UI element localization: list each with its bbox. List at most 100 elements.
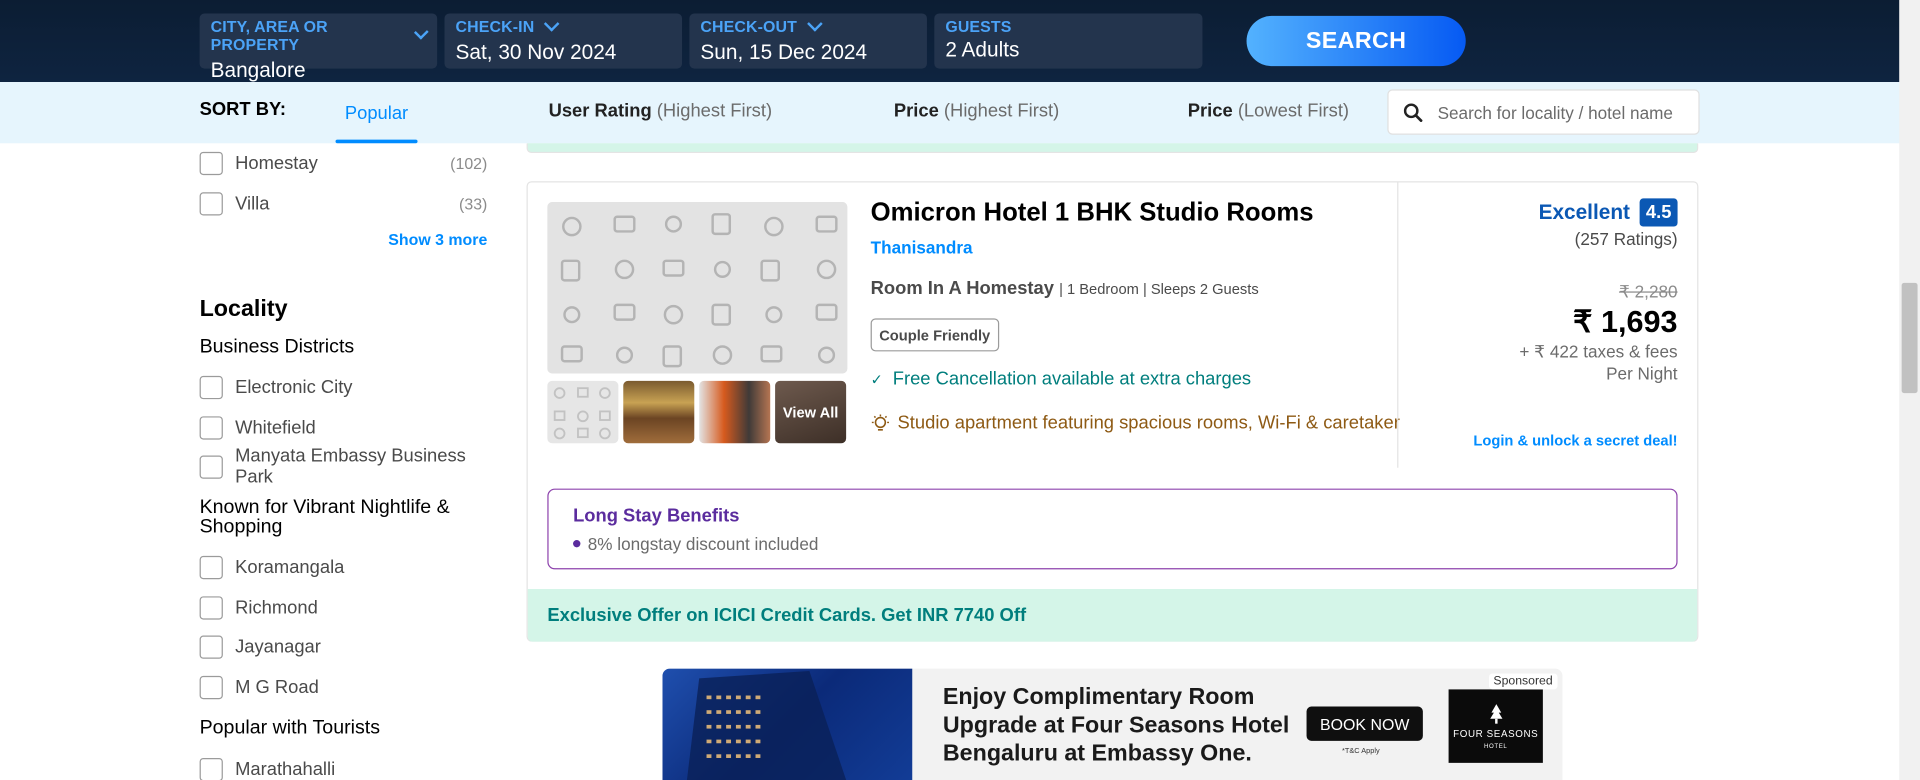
previous-listing-card (526, 143, 1699, 154)
filter-whitefield[interactable]: Whitefield (199, 415, 488, 439)
logo-line-2: HOTEL (1483, 742, 1508, 751)
room-meta: | 1 Bedroom | Sleeps 2 Guests (1059, 280, 1259, 298)
filter-koramangala[interactable]: Koramangala (199, 555, 488, 579)
placeholder-pattern-icon (547, 202, 848, 374)
long-stay-item: 8% longstay discount included (573, 533, 1652, 554)
checkbox[interactable] (199, 415, 223, 439)
original-price: ₹ 2,280 (1618, 281, 1678, 302)
city-label: CITY, AREA OR PROPERTY (210, 17, 328, 54)
chevron-down-icon (544, 15, 560, 32)
search-header: CITY, AREA OR PROPERTY Bangalore CHECK-I… (0, 0, 1920, 83)
sort-option-main: User Rating (548, 100, 652, 122)
checkbox[interactable] (199, 634, 223, 659)
thumbnail-2[interactable] (623, 380, 695, 444)
divider (1397, 182, 1399, 468)
couple-friendly-tag: Couple Friendly (870, 318, 999, 352)
sort-option-popular[interactable]: Popular (335, 82, 418, 144)
rating-word: Excellent (1538, 200, 1630, 224)
rating-count: (257 Ratings) (1574, 228, 1678, 249)
building-illustration-icon (686, 671, 847, 780)
guests-label-row: GUESTS (945, 17, 1191, 35)
checkin-field[interactable]: CHECK-IN Sat, 30 Nov 2024 (444, 13, 683, 69)
ad-terms: *T&C Apply (1342, 748, 1380, 756)
cancellation-info: ✓ Free Cancellation available at extra ch… (871, 369, 1251, 390)
rating-badge: 4.5 (1639, 198, 1678, 227)
long-stay-benefits: Long Stay Benefits 8% longstay discount … (547, 488, 1678, 570)
sort-option-price-high[interactable]: Price (Highest First) (894, 100, 1059, 121)
checkin-label: CHECK-IN (455, 17, 535, 36)
checkbox[interactable] (199, 555, 223, 579)
scrollbar-thumb[interactable] (1901, 282, 1918, 394)
filter-mg-road[interactable]: M G Road (199, 675, 488, 699)
room-type: Room In A Homestay | 1 Bedroom | Sleeps … (871, 278, 1259, 299)
highlight-text: Studio apartment featuring spacious room… (897, 412, 1400, 434)
thumbnail-3[interactable] (699, 380, 771, 444)
book-now-button[interactable]: BOOK NOW (1306, 706, 1423, 741)
guests-field[interactable]: GUESTS 2 Adults (934, 13, 1203, 69)
hotel-listing-card[interactable]: View All Omicron Hotel 1 BHK Studio Room… (526, 181, 1699, 642)
checkin-label-row: CHECK-IN (455, 15, 672, 36)
filter-label: Villa (235, 192, 270, 214)
checkbox[interactable] (199, 454, 223, 479)
view-all-button[interactable]: View All (775, 380, 847, 444)
sort-option-main: Price (1187, 100, 1233, 122)
hotel-name[interactable]: Omicron Hotel 1 BHK Studio Rooms (871, 198, 1314, 227)
login-unlock-deal-link[interactable]: Login & unlock a secret deal! (1473, 432, 1677, 449)
city-field[interactable]: CITY, AREA OR PROPERTY Bangalore (199, 13, 438, 82)
taxes-fees: + ₹ 422 taxes & fees (1519, 341, 1678, 362)
rating-block[interactable]: Excellent 4.5 (1538, 198, 1678, 227)
filter-label: Richmond (235, 596, 318, 618)
tree-logo-icon (1489, 703, 1502, 724)
per-night-label: Per Night (1606, 363, 1678, 384)
city-field-label-row: CITY, AREA OR PROPERTY (210, 17, 429, 54)
cancellation-text: Free Cancellation available at extra cha… (892, 368, 1252, 390)
sort-option-main: Price (893, 100, 939, 122)
filter-label: M G Road (235, 676, 319, 698)
sort-option-price-low[interactable]: Price (Lowest First) (1188, 100, 1349, 121)
placeholder-pattern-icon (553, 387, 611, 440)
sponsored-label: Sponsored (1488, 673, 1558, 690)
checkbox[interactable] (199, 191, 223, 215)
lightbulb-icon (871, 413, 889, 430)
locality-search-input[interactable] (1437, 102, 1683, 122)
logo-line-1: FOUR SEASONS (1453, 727, 1539, 739)
room-type-name: Room In A Homestay (870, 277, 1054, 299)
show-more-link[interactable]: Show 3 more (388, 230, 487, 248)
sponsored-ad-banner[interactable]: Enjoy Complimentary Room Upgrade at Four… (662, 668, 1563, 780)
group-title-nightlife: Known for Vibrant Nightlife & Shopping (199, 497, 450, 538)
ad-headline: Enjoy Complimentary Room Upgrade at Four… (942, 684, 1290, 767)
group-title-business: Business Districts (199, 336, 355, 358)
filter-label: Marathahalli (235, 758, 336, 780)
filter-homestay[interactable]: Homestay (102) (199, 151, 488, 175)
filter-villa[interactable]: Villa (33) (199, 191, 488, 215)
search-button[interactable]: SEARCH (1246, 15, 1466, 67)
filter-jayanagar[interactable]: Jayanagar (199, 634, 488, 659)
checkbox[interactable] (199, 757, 223, 780)
checkbox[interactable] (199, 151, 223, 175)
filter-richmond[interactable]: Richmond (199, 595, 488, 619)
check-icon: ✓ (870, 370, 883, 388)
locality-heading: Locality (199, 296, 288, 323)
checkout-field[interactable]: CHECK-OUT Sun, 15 Dec 2024 (689, 13, 927, 69)
filter-electronic-city[interactable]: Electronic City (199, 375, 488, 399)
sort-option-user-rating[interactable]: User Rating (Highest First) (549, 100, 773, 121)
hotel-main-image[interactable] (547, 202, 848, 374)
checkbox[interactable] (199, 595, 223, 619)
chevron-down-icon (413, 24, 429, 40)
filter-label: Whitefield (235, 416, 316, 438)
hotel-locality-link[interactable]: Thanisandra (871, 238, 973, 258)
exclusive-offer-banner: Exclusive Offer on ICICI Credit Cards. G… (527, 588, 1698, 642)
discounted-price: ₹ 1,693 (1572, 304, 1678, 340)
long-stay-text: 8% longstay discount included (587, 533, 819, 554)
filter-label: Electronic City (235, 376, 353, 398)
ad-hotel-image (662, 668, 913, 780)
filter-marathahalli[interactable]: Marathahalli (199, 757, 488, 780)
guests-value: 2 Adults (945, 37, 1020, 62)
filter-manyata[interactable]: Manyata Embassy Business Park (199, 446, 488, 487)
locality-search-box[interactable] (1387, 89, 1700, 135)
long-stay-title: Long Stay Benefits (573, 505, 740, 527)
checkbox[interactable] (199, 675, 223, 699)
thumbnail-1[interactable] (547, 380, 619, 444)
sort-by-label: SORT BY: (199, 99, 286, 121)
checkbox[interactable] (199, 375, 223, 399)
